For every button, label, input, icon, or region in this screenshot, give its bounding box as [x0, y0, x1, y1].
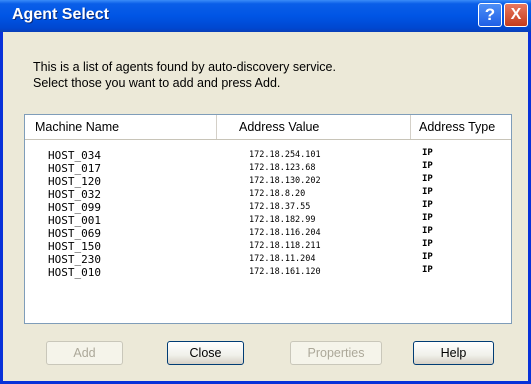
machine-name: HOST_034 — [48, 149, 101, 162]
column-header-machine-name[interactable]: Machine Name — [25, 115, 217, 139]
list-header: Machine Name Address Value Address Type — [25, 115, 511, 140]
machine-name: HOST_150 — [48, 240, 101, 253]
address-type: IP — [422, 265, 433, 275]
address-type: IP — [422, 252, 433, 262]
description-line-1: This is a list of agents found by auto-d… — [33, 60, 336, 74]
list-item[interactable]: HOST_001 172.18.182.99 IP — [25, 213, 511, 227]
address-value: 172.18.116.204 — [249, 228, 321, 238]
address-type: IP — [422, 239, 433, 249]
list-item[interactable]: HOST_034 172.18.254.101 IP — [25, 148, 511, 162]
list-item[interactable]: HOST_120 172.18.130.202 IP — [25, 174, 511, 188]
description-text: This is a list of agents found by auto-d… — [33, 59, 336, 91]
list-item[interactable]: HOST_010 172.18.161.120 IP — [25, 265, 511, 279]
address-value: 172.18.37.55 — [249, 202, 311, 212]
address-value: 172.18.182.99 — [249, 215, 316, 225]
address-type: IP — [422, 174, 433, 184]
address-value: 172.18.123.68 — [249, 163, 316, 173]
address-value: 172.18.254.101 — [249, 150, 321, 160]
address-type: IP — [422, 148, 433, 158]
window-title: Agent Select — [12, 6, 109, 23]
close-icon[interactable]: X — [504, 3, 528, 27]
list-item[interactable]: HOST_017 172.18.123.68 IP — [25, 161, 511, 175]
address-type: IP — [422, 200, 433, 210]
list-item[interactable]: HOST_150 172.18.118.211 IP — [25, 239, 511, 253]
machine-name: HOST_001 — [48, 214, 101, 227]
agent-select-dialog: Agent Select ? X This is a list of agent… — [0, 0, 531, 384]
list-item[interactable]: HOST_099 172.18.37.55 IP — [25, 200, 511, 214]
description-line-2: Select those you want to add and press A… — [33, 76, 281, 90]
address-value: 172.18.118.211 — [249, 241, 321, 251]
column-header-address-type[interactable]: Address Type — [411, 115, 511, 139]
help-button[interactable]: Help — [413, 341, 494, 365]
title-bar[interactable]: Agent Select ? X — [0, 0, 531, 32]
machine-name: HOST_120 — [48, 175, 101, 188]
address-value: 172.18.130.202 — [249, 176, 321, 186]
address-type: IP — [422, 226, 433, 236]
machine-name: HOST_010 — [48, 266, 101, 279]
machine-name: HOST_230 — [48, 253, 101, 266]
column-header-address-value[interactable]: Address Value — [217, 115, 411, 139]
machine-name: HOST_099 — [48, 201, 101, 214]
list-rows: HOST_034 172.18.254.101 IP HOST_017 172.… — [25, 148, 511, 279]
list-item[interactable]: HOST_069 172.18.116.204 IP — [25, 226, 511, 240]
agent-list[interactable]: Machine Name Address Value Address Type … — [24, 114, 512, 324]
address-value: 172.18.161.120 — [249, 267, 321, 277]
machine-name: HOST_032 — [48, 188, 101, 201]
address-type: IP — [422, 161, 433, 171]
help-icon[interactable]: ? — [478, 3, 502, 27]
properties-button[interactable]: Properties — [290, 341, 382, 365]
machine-name: HOST_017 — [48, 162, 101, 175]
close-button[interactable]: Close — [167, 341, 244, 365]
address-value: 172.18.11.204 — [249, 254, 316, 264]
list-item[interactable]: HOST_032 172.18.8.20 IP — [25, 187, 511, 201]
add-button[interactable]: Add — [46, 341, 123, 365]
machine-name: HOST_069 — [48, 227, 101, 240]
address-type: IP — [422, 187, 433, 197]
address-value: 172.18.8.20 — [249, 189, 306, 199]
address-type: IP — [422, 213, 433, 223]
list-item[interactable]: HOST_230 172.18.11.204 IP — [25, 252, 511, 266]
